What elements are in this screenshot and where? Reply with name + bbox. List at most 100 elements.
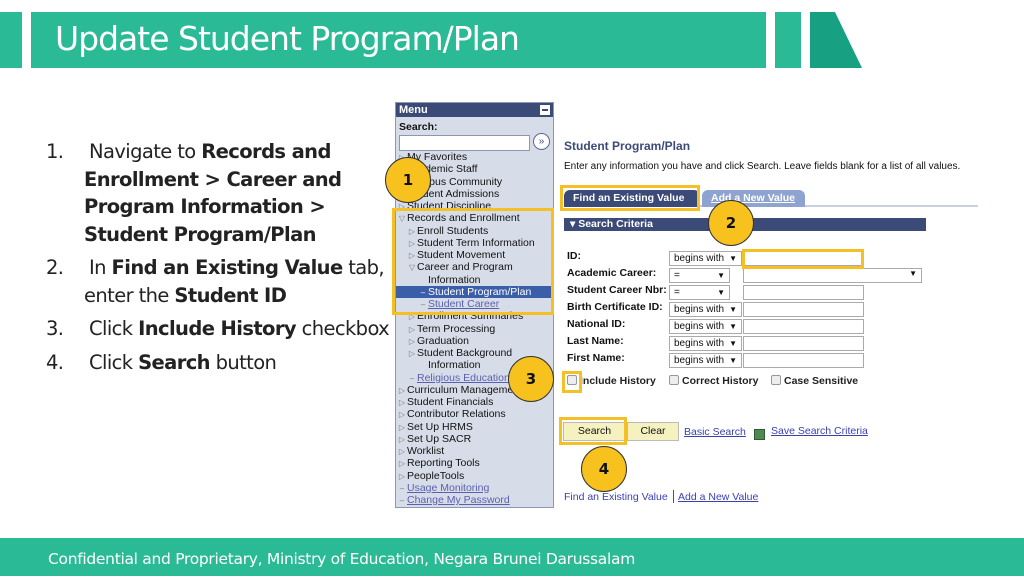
- dropdown-arrow-icon: ▼: [717, 271, 725, 280]
- collapse-triangle-icon[interactable]: ▾: [570, 218, 578, 230]
- menu-item[interactable]: ▷ Set Up HRMS: [396, 421, 553, 433]
- step-3: 3. Click Include History checkbox: [46, 315, 396, 343]
- dropdown-arrow-icon: ▼: [729, 356, 737, 365]
- step-number: 4.: [46, 350, 64, 374]
- step-2: 2. In Find an Existing Value tab, enter t…: [46, 254, 396, 309]
- menu-item[interactable]: – Usage Monitoring: [396, 482, 553, 494]
- search-field-row: Birth Certificate ID: begins with ▼: [567, 301, 967, 317]
- menu-item-label: Reporting Tools: [407, 457, 480, 470]
- search-field-row: Last Name: begins with ▼: [567, 335, 967, 351]
- clear-button[interactable]: Clear: [627, 422, 679, 441]
- menu-item[interactable]: ▷ Graduation: [396, 335, 553, 347]
- operator-value: begins with: [674, 355, 725, 366]
- step-badge-1: 1: [385, 157, 431, 203]
- menu-search-input[interactable]: [399, 135, 530, 151]
- field-input[interactable]: [743, 336, 864, 351]
- field-label: National ID:: [567, 318, 626, 330]
- checkbox-label: Case Sensitive: [784, 375, 859, 387]
- highlight-include-history: [562, 371, 582, 393]
- menu-item-label: Change My Password: [407, 494, 510, 506]
- collapse-icon[interactable]: [540, 105, 550, 115]
- basic-search-link[interactable]: Basic Search: [684, 426, 746, 438]
- dash-icon: –: [399, 496, 405, 505]
- operator-value: begins with: [674, 253, 725, 264]
- menu-item[interactable]: ▷ Set Up SACR: [396, 433, 553, 445]
- operator-value: begins with: [674, 321, 725, 332]
- operator-value: =: [674, 270, 680, 281]
- field-label: Last Name:: [567, 335, 624, 347]
- step-4: 4. Click Search button: [46, 349, 396, 377]
- menu-item-label: Contributor Relations: [407, 408, 506, 421]
- step-text: Find an Existing Value: [111, 256, 344, 279]
- section-title: Search Criteria: [578, 218, 653, 230]
- checkbox-icon[interactable]: [771, 375, 781, 385]
- menu-title: Menu: [399, 104, 428, 116]
- operator-value: begins with: [674, 304, 725, 315]
- page-title: Student Program/Plan: [564, 139, 691, 153]
- menu-item-label: Usage Monitoring: [407, 481, 490, 494]
- step-number: 1.: [46, 140, 64, 163]
- operator-select[interactable]: begins with ▼: [669, 251, 742, 266]
- menu-item-label: Set Up HRMS: [407, 420, 473, 433]
- menu-item-label: Student Background: [417, 347, 513, 359]
- checkbox-label: Include History: [580, 375, 656, 387]
- step-badge-4: 4: [581, 446, 627, 492]
- operator-select[interactable]: begins with ▼: [669, 319, 742, 334]
- add-new-value-link[interactable]: Add a New Value: [678, 491, 758, 503]
- menu-item-label: Curriculum Management: [407, 383, 522, 396]
- dropdown-arrow-icon: ▼: [729, 322, 737, 331]
- menu-item[interactable]: ▷ Contributor Relations: [396, 408, 553, 420]
- operator-select[interactable]: begins with ▼: [669, 353, 742, 368]
- operator-select[interactable]: = ▼: [669, 268, 730, 283]
- search-field-row: Student Career Nbr: = ▼: [567, 284, 967, 300]
- menu-item-label: Religious Education: [417, 371, 510, 384]
- menu-item-label: Worklist: [407, 445, 445, 457]
- field-input[interactable]: [743, 285, 864, 300]
- highlight-menu-path: [392, 208, 554, 315]
- dropdown-arrow-icon: ▼: [717, 288, 725, 297]
- highlight-id-field: [742, 249, 864, 269]
- highlight-search-button: [559, 417, 627, 445]
- correct-history-checkbox[interactable]: Correct History: [669, 375, 758, 387]
- menu-item[interactable]: – Change My Password: [396, 494, 553, 506]
- operator-value: =: [674, 287, 680, 298]
- highlight-find-tab: [560, 185, 700, 211]
- search-field-row: Academic Career: = ▼ ▼: [567, 267, 967, 283]
- menu-item[interactable]: ▷ Worklist: [396, 445, 553, 457]
- menu-item-label: Information: [428, 359, 481, 372]
- field-input[interactable]: [743, 353, 864, 368]
- menu-list: ▷My Favorites▷Academic Staff▷Campus Comm…: [396, 151, 553, 506]
- step-text: button: [209, 350, 277, 374]
- find-existing-value-link[interactable]: Find an Existing Value: [564, 491, 668, 503]
- step-text: Navigate to: [89, 140, 202, 163]
- save-search-criteria-link[interactable]: Save Search Criteria: [771, 425, 868, 437]
- field-input[interactable]: [743, 302, 864, 317]
- menu-item-label: PeopleTools: [407, 469, 465, 482]
- operator-select[interactable]: begins with ▼: [669, 302, 742, 317]
- checkbox-label: Correct History: [682, 375, 759, 387]
- field-label: First Name:: [567, 352, 625, 364]
- checkbox-icon[interactable]: [669, 375, 679, 385]
- case-sensitive-checkbox[interactable]: Case Sensitive: [771, 375, 858, 387]
- menu-item[interactable]: ▷ Term Processing: [396, 323, 553, 335]
- menu-search-label: Search:: [399, 121, 438, 133]
- header-accent-trapezoid: [810, 12, 862, 68]
- header-accent-bar: [775, 12, 801, 68]
- menu-search-go-icon[interactable]: »: [533, 133, 550, 150]
- field-input[interactable]: ▼: [743, 268, 922, 283]
- menu-item[interactable]: ▷ Reporting Tools: [396, 457, 553, 469]
- save-icon[interactable]: [754, 429, 765, 440]
- header-accent-block: [0, 12, 22, 68]
- step-badge-2: 2: [708, 200, 754, 246]
- menu-item-label: Graduation: [417, 334, 469, 347]
- step-text: Click: [89, 317, 139, 340]
- step-text: Include History: [138, 317, 297, 340]
- menu-item[interactable]: ▷ PeopleTools: [396, 470, 553, 482]
- operator-select[interactable]: = ▼: [669, 285, 730, 300]
- instruction-steps: 1. Navigate to Records and Enrollment > C…: [46, 138, 396, 382]
- field-input[interactable]: [743, 319, 864, 334]
- operator-select[interactable]: begins with ▼: [669, 336, 742, 351]
- step-text: Search: [138, 350, 210, 374]
- field-label: Birth Certificate ID:: [567, 301, 663, 313]
- dropdown-arrow-icon: ▼: [909, 269, 917, 278]
